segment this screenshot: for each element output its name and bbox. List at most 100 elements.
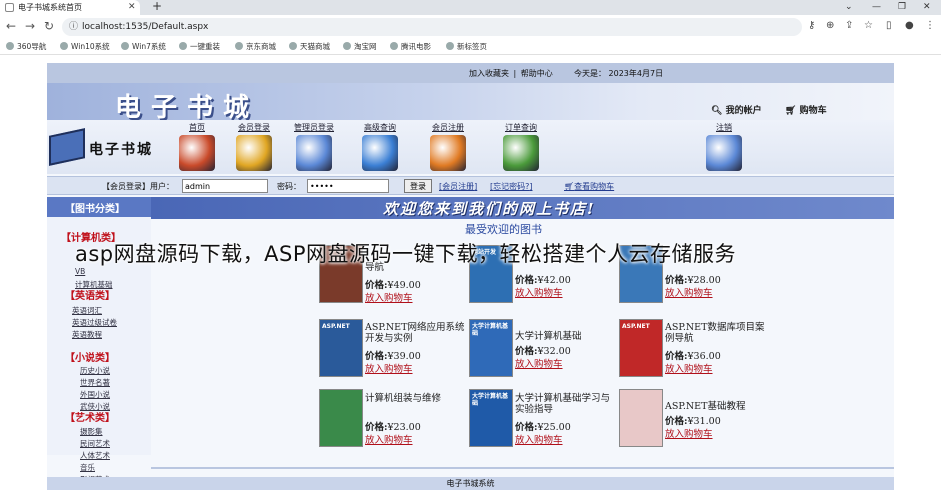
login-button[interactable]: 登录: [404, 179, 432, 193]
minimize-icon[interactable]: —: [872, 0, 881, 15]
book-title[interactable]: ASP.NET数据库项目案例导航: [665, 322, 765, 344]
password-label: 密码：: [277, 182, 301, 191]
book-cover[interactable]: 大学计算机基础: [469, 389, 513, 447]
bookmark-item[interactable]: Win7系统: [121, 41, 166, 52]
nav-order-query[interactable]: 订单查询: [496, 122, 546, 171]
register-link[interactable]: [会员注册]: [439, 181, 477, 192]
book-price: 价格:¥49.00: [365, 280, 421, 291]
book-cover[interactable]: 大学计算机基础: [469, 319, 513, 377]
bookmark-icon: [446, 42, 454, 50]
profile-icon[interactable]: ●: [905, 20, 914, 31]
zoom-icon[interactable]: ⊕: [826, 20, 834, 31]
category-item[interactable]: 民间艺术: [80, 438, 110, 449]
menu-icon[interactable]: ⋮: [925, 20, 935, 31]
admin-login-icon: [296, 135, 332, 171]
add-to-cart-link[interactable]: 放入购物车: [665, 361, 713, 375]
site-info-icon[interactable]: ⓘ: [69, 18, 78, 36]
book-price: 价格:¥23.00: [365, 422, 421, 433]
star-icon[interactable]: ☆: [864, 20, 873, 31]
top-strip: 加入收藏夹 | 帮助中心 今天是： 2023年4月7日: [47, 63, 894, 83]
book-card: 大学计算机基础 大学计算机基础学习与实验指导 价格:¥25.00 放入购物车: [469, 389, 619, 451]
password-input[interactable]: [307, 179, 389, 193]
bookmark-item[interactable]: 腾讯电影: [390, 41, 431, 52]
new-tab-icon[interactable]: +: [152, 0, 162, 13]
add-to-cart-link[interactable]: 放入购物车: [365, 432, 413, 446]
banner-title: 电子书城: [115, 93, 260, 123]
book-title[interactable]: ASP.NET网络应用系统开发与实例: [365, 322, 465, 344]
reload-icon[interactable]: ↻: [44, 19, 54, 33]
forward-icon[interactable]: →: [25, 19, 35, 33]
add-to-cart-link[interactable]: 放入购物车: [665, 285, 713, 299]
add-to-cart-link[interactable]: 放入购物车: [515, 356, 563, 370]
category-item[interactable]: 世界名著: [80, 377, 110, 388]
bookmark-item[interactable]: 淘宝网: [343, 41, 377, 52]
add-to-cart-link[interactable]: 放入购物车: [515, 432, 563, 446]
add-to-cart-link[interactable]: 放入购物车: [665, 426, 713, 440]
address-bar[interactable]: ⓘ localhost:1535/Default.aspx: [62, 18, 802, 36]
bookmark-item[interactable]: 天猫商城: [289, 41, 330, 52]
add-to-cart-link[interactable]: 放入购物车: [515, 285, 563, 299]
bookmark-item[interactable]: 一键重装: [179, 41, 220, 52]
book-title[interactable]: ASP.NET基础教程: [665, 401, 765, 412]
browser-toolbar: ← → ↻ ⓘ localhost:1535/Default.aspx ⚷ ⊕ …: [0, 15, 941, 39]
help-center-link[interactable]: 帮助中心: [521, 69, 553, 78]
cart-link[interactable]: 🛒︎ 购物车: [785, 103, 827, 116]
book-cover[interactable]: ASP.NET: [619, 319, 663, 377]
section-title: 最受欢迎的图书: [465, 223, 542, 236]
category-item[interactable]: 历史小说: [80, 365, 110, 376]
chevron-down-icon[interactable]: ⌄: [845, 0, 853, 15]
bookmark-item[interactable]: 新标签页: [446, 41, 487, 52]
nav-advanced-search[interactable]: 高级查询: [355, 122, 405, 171]
nav-member-login[interactable]: 会员登录: [229, 122, 279, 171]
category-item[interactable]: 音乐: [80, 462, 95, 473]
book-title[interactable]: 大学计算机基础学习与实验指导: [515, 393, 615, 415]
book-cover[interactable]: [319, 389, 363, 447]
nav-home[interactable]: 首页: [172, 122, 222, 171]
separator: |: [513, 69, 517, 78]
bookmark-item[interactable]: 京东商城: [235, 41, 276, 52]
category-title[interactable]: 【艺术类】: [65, 409, 115, 424]
close-window-icon[interactable]: ✕: [923, 0, 931, 15]
key-icon[interactable]: ⚷: [808, 20, 815, 31]
category-item[interactable]: VB: [75, 267, 85, 276]
bookmark-item[interactable]: Win10系统: [60, 41, 110, 52]
nav-logout[interactable]: 注销: [699, 122, 749, 171]
view-cart-link[interactable]: 🛒︎查看购物车: [564, 181, 614, 192]
category-item[interactable]: 英语过级试卷: [72, 317, 117, 328]
nav-admin-login[interactable]: 管理员登录: [289, 122, 339, 171]
category-item[interactable]: 英语词汇: [72, 305, 102, 316]
add-to-cart-link[interactable]: 放入购物车: [365, 290, 413, 304]
add-favorite-link[interactable]: 加入收藏夹: [469, 69, 509, 78]
close-tab-icon[interactable]: ✕: [128, 0, 136, 15]
category-item[interactable]: 英语教程: [72, 329, 102, 340]
footer: 电子书城系统: [47, 477, 894, 490]
book-title[interactable]: 计算机组装与维修: [365, 393, 465, 404]
back-icon[interactable]: ←: [6, 19, 16, 33]
category-item[interactable]: 外国小说: [80, 389, 110, 400]
category-item[interactable]: 摄影集: [80, 426, 103, 437]
maximize-icon[interactable]: ❐: [898, 0, 906, 15]
nav-member-register[interactable]: 会员注册: [423, 122, 473, 171]
category-title[interactable]: 【小说类】: [65, 349, 115, 364]
home-icon: [179, 135, 215, 171]
category-title[interactable]: 【英语类】: [65, 287, 115, 302]
url-text: localhost:1535/Default.aspx: [82, 22, 209, 32]
book-title[interactable]: 大学计算机基础: [515, 331, 615, 342]
share-icon[interactable]: ⇪: [845, 20, 853, 31]
cart-icon: 🛒︎: [564, 182, 575, 191]
site-logo: 电子书城: [47, 124, 169, 170]
browser-tab[interactable]: 电子书城系统首页 ✕: [0, 0, 140, 15]
book-cover[interactable]: ASP.NET: [319, 319, 363, 377]
book-cover[interactable]: [619, 389, 663, 447]
category-item[interactable]: 人体艺术: [80, 450, 110, 461]
bookmark-item[interactable]: 360导航: [6, 41, 46, 52]
bookstore-site: 加入收藏夹 | 帮助中心 今天是： 2023年4月7日 电子书城 🔍︎ 我的帐户…: [47, 63, 894, 490]
footer-divider: [151, 467, 894, 469]
username-input[interactable]: [182, 179, 268, 193]
my-account-link[interactable]: 🔍︎ 我的帐户: [711, 103, 762, 116]
welcome-banner: 欢迎您来到我们的网上书店!: [151, 197, 894, 219]
sidepanel-icon[interactable]: ▯: [886, 20, 892, 31]
forgot-password-link[interactable]: [忘记密码?]: [490, 181, 533, 192]
category-header: 【图书分类】: [47, 197, 151, 217]
add-to-cart-link[interactable]: 放入购物车: [365, 361, 413, 375]
